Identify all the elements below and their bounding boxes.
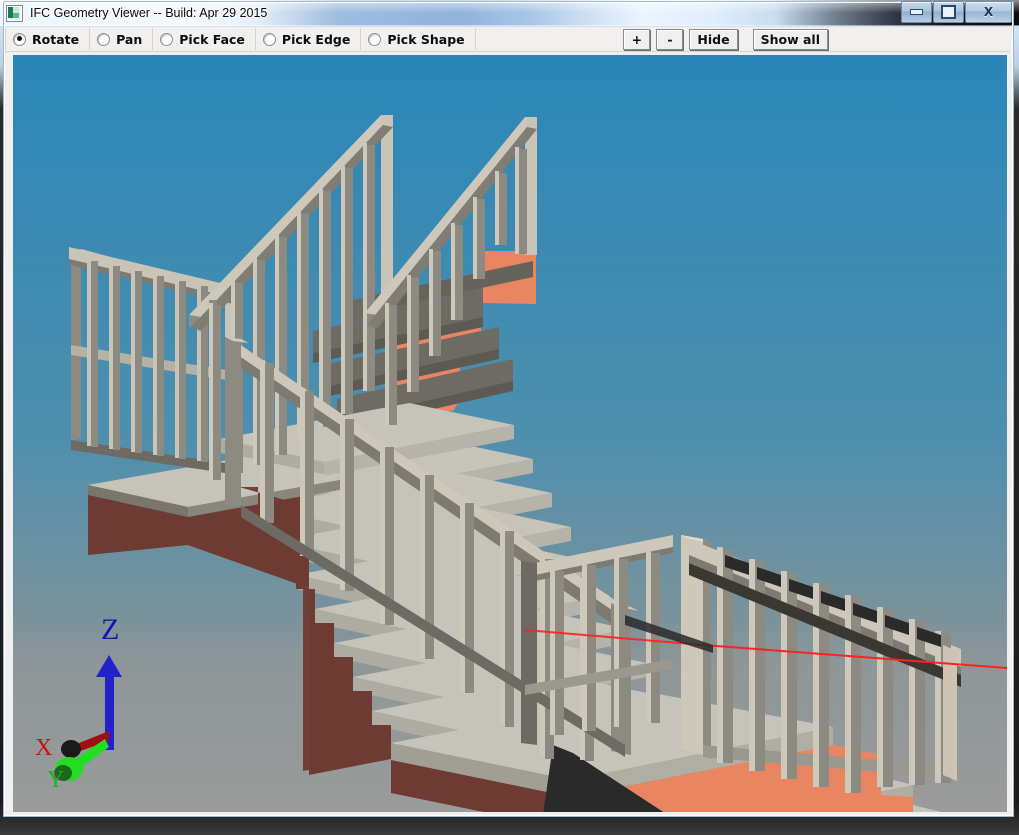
minimize-icon [902, 2, 931, 22]
maximize-button[interactable] [933, 0, 964, 23]
radio-icon [160, 32, 174, 46]
staircase-render: Z X Y [13, 55, 1007, 812]
radio-icon [97, 32, 111, 46]
toolbar: Rotate Pan Pick Face Pick Edge Pick Shap… [5, 27, 1010, 52]
ifc-viewer-icon [6, 4, 23, 22]
mode-label-pick-edge: Pick Edge [281, 31, 351, 47]
close-icon: X [983, 4, 994, 19]
axis-label-x: X [35, 735, 52, 761]
minimize-button[interactable] [901, 0, 932, 23]
axis-label-y: Y [47, 767, 64, 793]
window-title-group: IFC Geometry Viewer -- Build: Apr 29 201… [6, 3, 267, 23]
mode-label-pick-shape: Pick Shape [387, 31, 465, 47]
mode-label-rotate: Rotate [32, 31, 80, 47]
toolbar-right-group: + - Hide Show all [617, 28, 1010, 50]
close-button[interactable]: X [965, 0, 1012, 23]
mode-label-pan: Pan [116, 31, 143, 47]
x-axis-head [61, 740, 81, 758]
show-all-button[interactable]: Show all [752, 28, 828, 50]
axis-label-z: Z [101, 613, 119, 646]
mode-radio-pick-face[interactable]: Pick Face [153, 28, 256, 50]
mode-radio-rotate[interactable]: Rotate [5, 28, 91, 50]
radio-icon [262, 32, 276, 46]
zoom-out-button[interactable]: - [656, 28, 684, 50]
3d-viewport[interactable]: Z X Y [13, 55, 1007, 812]
window-controls: X [900, 0, 1012, 23]
mode-radio-pick-shape[interactable]: Pick Shape [361, 28, 476, 50]
radio-icon [13, 32, 26, 46]
mode-radio-pick-edge[interactable]: Pick Edge [256, 28, 362, 50]
mode-radio-pan[interactable]: Pan [90, 28, 154, 50]
zoom-in-button[interactable]: + [623, 28, 651, 50]
maximize-icon [934, 2, 963, 22]
mode-label-pick-face: Pick Face [179, 31, 245, 47]
window-title: IFC Geometry Viewer -- Build: Apr 29 201… [30, 6, 268, 20]
radio-icon [368, 32, 382, 46]
application-window: IFC Geometry Viewer -- Build: Apr 29 201… [0, 0, 1019, 835]
hide-button[interactable]: Hide [689, 28, 738, 50]
